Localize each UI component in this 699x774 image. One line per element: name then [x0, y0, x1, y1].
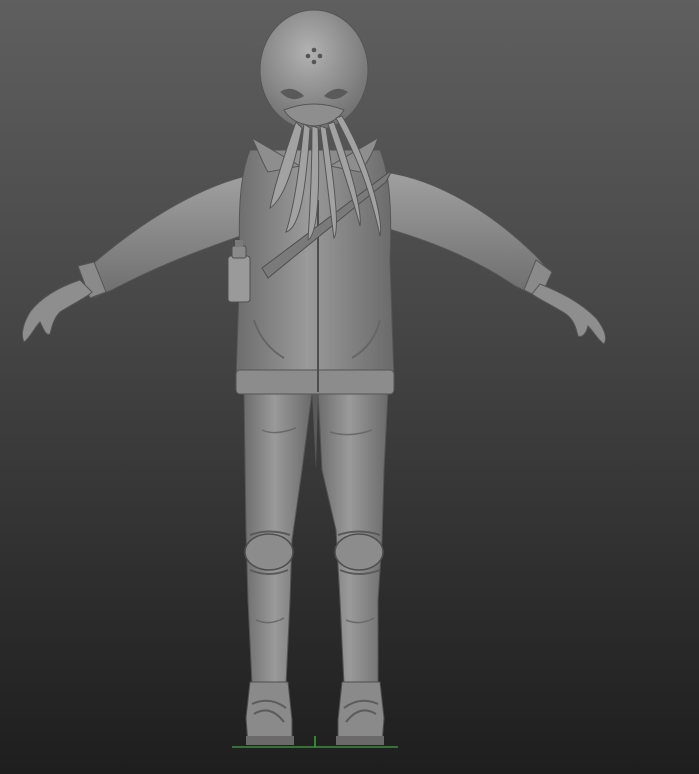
left-sole: [246, 736, 294, 745]
jacket-hem: [235, 369, 395, 395]
left-hand: [21, 279, 93, 343]
left-boot: [245, 681, 293, 745]
right-hand: [531, 283, 607, 345]
sculpt-viewport[interactable]: [0, 0, 699, 774]
head: [259, 9, 369, 131]
right-boot: [337, 681, 385, 745]
legs: [243, 391, 389, 685]
right-knee-pad: [334, 533, 384, 571]
crotch-shadow: [312, 392, 318, 470]
right-sole: [336, 736, 384, 745]
left-knee-pad: [244, 533, 294, 571]
left-arm: [21, 174, 253, 343]
character-sculpt: [21, 9, 607, 745]
boots: [245, 681, 385, 745]
right-arm: [384, 171, 607, 345]
